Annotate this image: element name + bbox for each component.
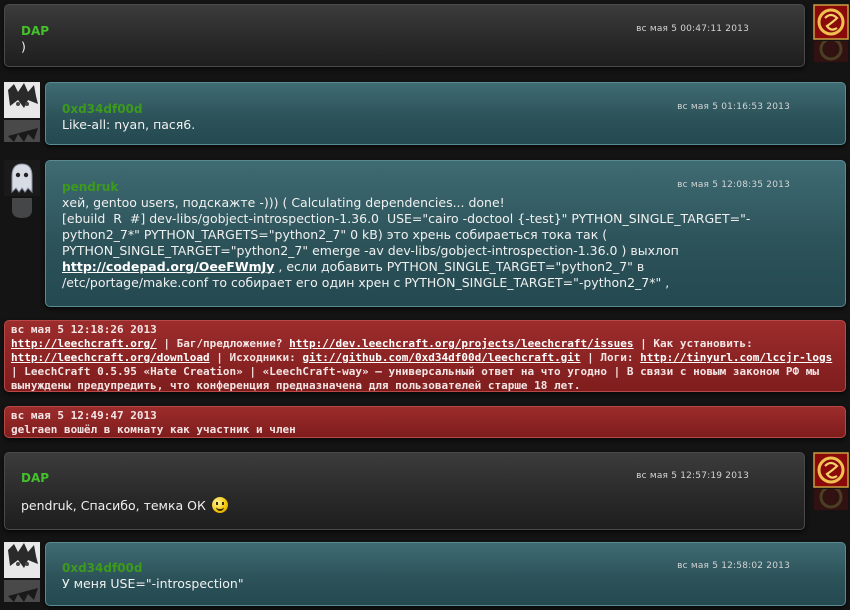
nick-dap[interactable]: DAP bbox=[21, 24, 49, 38]
message-text-part-a: хей, gentoo users, подскажте -))) ( Calc… bbox=[62, 195, 751, 258]
message-text: У меня USE="-introspection" bbox=[62, 576, 244, 591]
timestamp: вс мая 5 01:16:53 2013 bbox=[677, 102, 790, 112]
ghost-icon bbox=[4, 160, 40, 196]
anime-avatar-icon bbox=[4, 542, 40, 578]
logs-link[interactable]: http://tinyurl.com/lccjr-logs bbox=[640, 351, 832, 364]
anime-avatar-reflection bbox=[4, 120, 40, 142]
dragon-emblem-reflection bbox=[814, 489, 848, 510]
timestamp: вс мая 5 12:58:02 2013 bbox=[677, 561, 790, 571]
system-join-text: gelraen вошёл в комнату как участник и ч… bbox=[11, 423, 296, 436]
timestamp: вс мая 5 12:08:35 2013 bbox=[677, 180, 790, 190]
anime-avatar-reflection bbox=[4, 580, 40, 602]
download-link[interactable]: http://leechcraft.org/download bbox=[11, 351, 210, 364]
message-0xd34df00d-1: 0xd34df00d вс мая 5 01:16:53 2013 Like-a… bbox=[45, 82, 846, 145]
smiley-icon bbox=[211, 497, 228, 513]
nick-pendruk[interactable]: pendruk bbox=[62, 180, 118, 194]
system-timestamp: вс мая 5 12:49:47 2013 bbox=[11, 409, 157, 422]
github-link[interactable]: git://github.com/0xd34df00d/leechcraft.g… bbox=[302, 351, 580, 364]
message-dap-1: DAP вс мая 5 00:47:11 2013 ) bbox=[4, 4, 805, 67]
message-text: pendruk, Спасибо, темка ОК bbox=[21, 497, 228, 514]
nick-0xd34df00d[interactable]: 0xd34df00d bbox=[62, 561, 142, 575]
message-text: ) bbox=[21, 39, 26, 54]
system-timestamp: вс мая 5 12:18:26 2013 bbox=[11, 323, 157, 336]
timestamp: вс мая 5 00:47:11 2013 bbox=[636, 24, 749, 34]
dragon-emblem-icon bbox=[813, 452, 849, 488]
message-text: хей, gentoo users, подскажте -))) ( Calc… bbox=[62, 195, 782, 291]
message-dap-2: DAP вс мая 5 12:57:19 2013 pendruk, Спас… bbox=[4, 452, 805, 530]
system-message-topic: вс мая 5 12:18:26 2013 http://leechcraft… bbox=[4, 320, 846, 392]
message-0xd34df00d-2: 0xd34df00d вс мая 5 12:58:02 2013 У меня… bbox=[45, 542, 846, 606]
anime-avatar-icon bbox=[4, 82, 40, 118]
message-text: Like-all: nyan, пася6. bbox=[62, 117, 196, 132]
ghost-reflection bbox=[12, 198, 32, 218]
codepad-link[interactable]: http://codepad.org/OeeFWmJy bbox=[62, 259, 274, 274]
timestamp: вс мая 5 12:57:19 2013 bbox=[636, 471, 749, 481]
system-message-join: вс мая 5 12:49:47 2013 gelraen вошёл в к… bbox=[4, 406, 846, 438]
issues-link[interactable]: http://dev.leechcraft.org/projects/leech… bbox=[289, 337, 633, 350]
system-topic-text: http://leechcraft.org/ | Баг/предложение… bbox=[11, 337, 833, 392]
nick-dap[interactable]: DAP bbox=[21, 471, 49, 485]
dragon-emblem-icon bbox=[813, 4, 849, 40]
leechcraft-link[interactable]: http://leechcraft.org/ bbox=[11, 337, 157, 350]
message-pendruk-1: pendruk вс мая 5 12:08:35 2013 хей, gent… bbox=[45, 160, 846, 307]
nick-0xd34df00d[interactable]: 0xd34df00d bbox=[62, 102, 142, 116]
dragon-emblem-reflection bbox=[814, 41, 848, 62]
